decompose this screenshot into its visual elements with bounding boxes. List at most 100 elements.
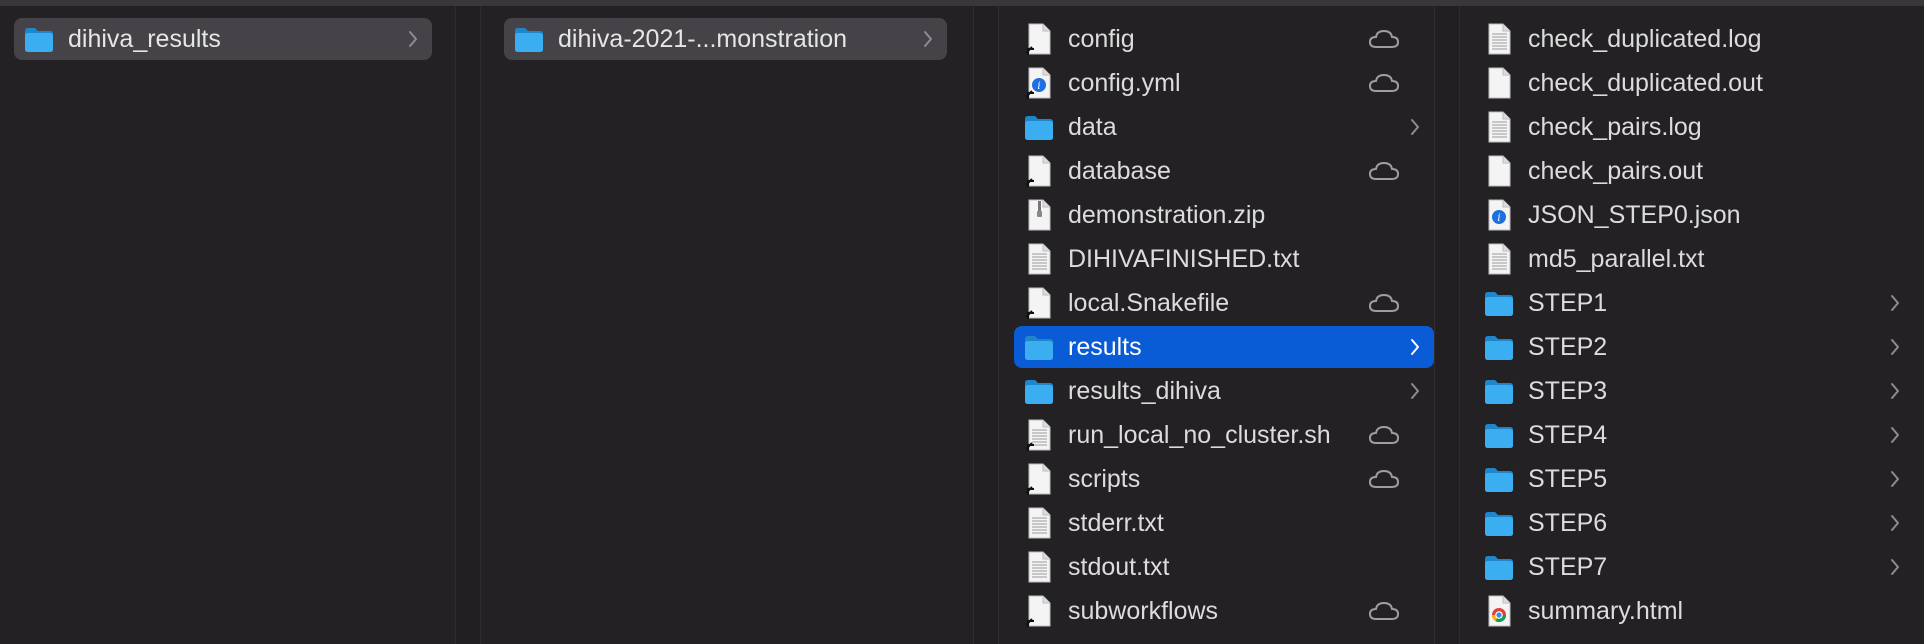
folder-item-step2[interactable]: STEP2 <box>1474 326 1914 368</box>
item-label: STEP5 <box>1528 464 1608 493</box>
file-item-stdout-txt[interactable]: stdout.txt <box>1014 546 1434 588</box>
folder-icon <box>1482 330 1516 364</box>
chevron-right-icon <box>1888 467 1902 491</box>
chevron-right-icon <box>1888 291 1902 315</box>
column-resize-handle-1[interactable] <box>455 6 481 644</box>
folder-icon <box>1482 550 1516 584</box>
file-item-subworkflows[interactable]: subworkflows <box>1014 590 1434 632</box>
item-label: STEP6 <box>1528 508 1608 537</box>
item-label: STEP1 <box>1528 288 1608 317</box>
alias-file-icon <box>1022 594 1056 628</box>
item-label: results <box>1068 332 1142 361</box>
item-label: STEP7 <box>1528 552 1608 581</box>
cloud-icon[interactable] <box>1368 292 1400 314</box>
file-item-check-duplicated-log[interactable]: check_duplicated.log <box>1474 18 1914 60</box>
chevron-right-icon <box>1888 335 1902 359</box>
folder-icon <box>1482 286 1516 320</box>
file-item-dihivafinished-txt[interactable]: DIHIVAFINISHED.txt <box>1014 238 1434 280</box>
column-1[interactable]: dihiva_results <box>0 6 455 644</box>
item-label: md5_parallel.txt <box>1528 244 1705 273</box>
alias-file-icon: i <box>1022 66 1056 100</box>
chrome-html-icon <box>1482 594 1516 628</box>
file-item-stderr-txt[interactable]: stderr.txt <box>1014 502 1434 544</box>
document-icon <box>1022 506 1056 540</box>
chevron-right-icon <box>1888 379 1902 403</box>
folder-item-results-dihiva[interactable]: results_dihiva <box>1014 370 1434 412</box>
file-item-local-snakefile[interactable]: local.Snakefile <box>1014 282 1434 324</box>
item-label: demonstration.zip <box>1068 200 1266 229</box>
chevron-right-icon <box>1408 379 1422 403</box>
svg-text:i: i <box>1037 81 1040 92</box>
alias-file-icon <box>1022 286 1056 320</box>
alias-file-icon <box>1022 154 1056 188</box>
folder-item-data[interactable]: data <box>1014 106 1434 148</box>
alias-file-icon <box>1022 22 1056 56</box>
document-icon <box>1022 242 1056 276</box>
folder-item-step1[interactable]: STEP1 <box>1474 282 1914 324</box>
file-item-scripts[interactable]: scripts <box>1014 458 1434 500</box>
cloud-icon[interactable] <box>1368 600 1400 622</box>
document-icon <box>1482 242 1516 276</box>
document-icon <box>1022 550 1056 584</box>
column-4[interactable]: check_duplicated.log check_duplicated.out… <box>1460 6 1924 644</box>
file-item-check-pairs-log[interactable]: check_pairs.log <box>1474 106 1914 148</box>
item-label: STEP3 <box>1528 376 1608 405</box>
file-item-database[interactable]: database <box>1014 150 1434 192</box>
document-icon <box>1482 66 1516 100</box>
file-item-check-pairs-out[interactable]: check_pairs.out <box>1474 150 1914 192</box>
item-label: DIHIVAFINISHED.txt <box>1068 244 1300 273</box>
svg-text:i: i <box>1497 213 1500 224</box>
folder-icon <box>1482 506 1516 540</box>
file-item-config-yml[interactable]: i config.yml <box>1014 62 1434 104</box>
folder-item-step3[interactable]: STEP3 <box>1474 370 1914 412</box>
column-resize-handle-3[interactable] <box>1434 6 1460 644</box>
folder-item-results[interactable]: results <box>1014 326 1434 368</box>
chevron-right-icon <box>1888 511 1902 535</box>
item-label: dihiva_results <box>68 24 221 53</box>
item-label: check_duplicated.out <box>1528 68 1763 97</box>
folder-icon <box>1482 462 1516 496</box>
file-item-summary-html[interactable]: summary.html <box>1474 590 1914 632</box>
alias-file-icon <box>1022 462 1056 496</box>
column-3[interactable]: config i config.yml data database demonstrati… <box>999 6 1434 644</box>
cloud-icon[interactable] <box>1368 160 1400 182</box>
folder-icon <box>512 22 546 56</box>
item-label: JSON_STEP0.json <box>1528 200 1741 229</box>
cloud-icon[interactable] <box>1368 72 1400 94</box>
cloud-icon[interactable] <box>1368 424 1400 446</box>
folder-item-step4[interactable]: STEP4 <box>1474 414 1914 456</box>
column-resize-handle-2[interactable] <box>973 6 999 644</box>
folder-item-dihiva-2021-monstration[interactable]: dihiva-2021-...monstration <box>504 18 947 60</box>
folder-item-step6[interactable]: STEP6 <box>1474 502 1914 544</box>
chevron-right-icon <box>921 27 935 51</box>
file-item-check-duplicated-out[interactable]: check_duplicated.out <box>1474 62 1914 104</box>
item-label: summary.html <box>1528 596 1684 625</box>
item-label: stderr.txt <box>1068 508 1164 537</box>
alias-file-icon <box>1022 418 1056 452</box>
file-item-md5-parallel-txt[interactable]: md5_parallel.txt <box>1474 238 1914 280</box>
document-icon <box>1022 198 1056 232</box>
cloud-icon[interactable] <box>1368 28 1400 50</box>
item-label: data <box>1068 112 1117 141</box>
file-item-demonstration-zip[interactable]: demonstration.zip <box>1014 194 1434 236</box>
folder-item-dihiva-results[interactable]: dihiva_results <box>14 18 432 60</box>
item-label: check_pairs.log <box>1528 112 1702 141</box>
folder-icon <box>1482 418 1516 452</box>
item-label: results_dihiva <box>1068 376 1221 405</box>
chevron-right-icon <box>1888 555 1902 579</box>
chevron-right-icon <box>1408 335 1422 359</box>
folder-item-step5[interactable]: STEP5 <box>1474 458 1914 500</box>
item-label: STEP4 <box>1528 420 1608 449</box>
file-item-json-step0-json[interactable]: i JSON_STEP0.json <box>1474 194 1914 236</box>
file-item-run-local-no-cluster-sh[interactable]: run_local_no_cluster.sh <box>1014 414 1434 456</box>
column-2[interactable]: dihiva-2021-...monstration <box>481 6 973 644</box>
file-item-config[interactable]: config <box>1014 18 1434 60</box>
folder-icon <box>1022 330 1056 364</box>
folder-icon <box>1482 374 1516 408</box>
document-icon: i <box>1482 198 1516 232</box>
item-label: STEP2 <box>1528 332 1608 361</box>
item-label: dihiva-2021-...monstration <box>558 24 848 53</box>
cloud-icon[interactable] <box>1368 468 1400 490</box>
chevron-right-icon <box>1408 115 1422 139</box>
folder-item-step7[interactable]: STEP7 <box>1474 546 1914 588</box>
